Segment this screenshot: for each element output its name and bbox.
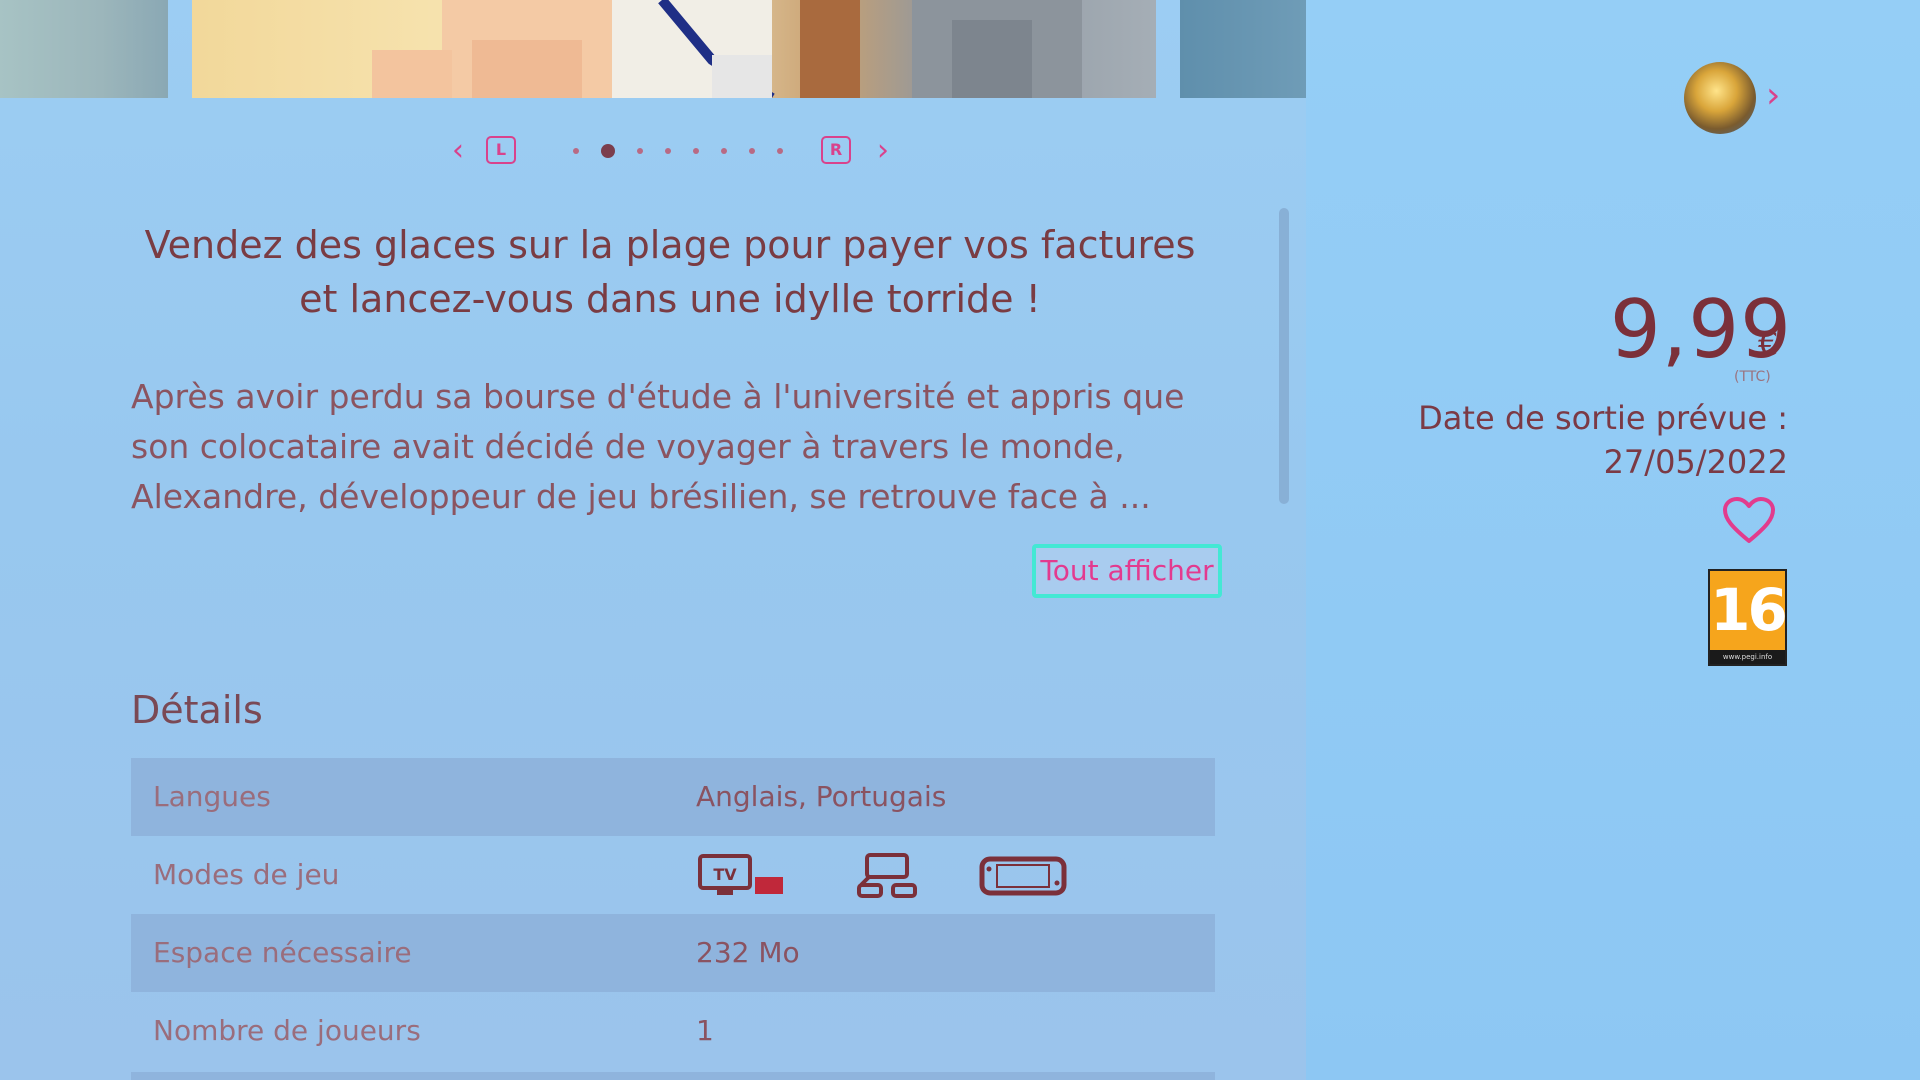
side-panel	[1306, 0, 1920, 1080]
carousel-page-dot	[665, 148, 671, 154]
tv-mode-icon: TV	[698, 854, 783, 895]
carousel-page-dot	[721, 148, 727, 154]
details-row-value: 232 Mo	[696, 936, 800, 969]
screenshot-thumbnail-previous[interactable]	[0, 0, 168, 98]
carousel-page-dot	[573, 148, 579, 154]
tabletop-mode-icon	[857, 853, 917, 898]
r-button-icon[interactable]: R	[821, 136, 851, 164]
carousel-prev-chevron-icon[interactable]: ‹	[452, 133, 464, 169]
release-date-block: Date de sortie prévue : 27/05/2022	[1360, 396, 1788, 484]
carousel-next-chevron-icon[interactable]: ›	[877, 133, 889, 169]
release-date-value: 27/05/2022	[1603, 443, 1788, 481]
carousel-page-dot	[601, 144, 615, 158]
details-row-label: Nombre de joueurs	[153, 1014, 421, 1047]
description-line: son colocataire avait décidé de voyager …	[131, 427, 1125, 466]
user-avatar[interactable]	[1684, 62, 1756, 134]
l-button-icon[interactable]: L	[486, 136, 516, 164]
wishlist-button[interactable]	[1722, 496, 1776, 546]
screenshot-thumbnail-current[interactable]	[192, 0, 1156, 98]
details-row-next-partial	[131, 1072, 1215, 1080]
carousel-page-dot	[693, 148, 699, 154]
carousel-page-dot	[777, 148, 783, 154]
description-line: Après avoir perdu sa bourse d'étude à l'…	[131, 377, 1185, 416]
carousel-page-dot	[749, 148, 755, 154]
handheld-mode-icon	[979, 856, 1067, 896]
details-heading: Détails	[131, 688, 263, 732]
rating-footer: www.pegi.info	[1710, 650, 1785, 664]
carousel-page-dot	[637, 148, 643, 154]
description-line: Alexandre, développeur de jeu brésilien,…	[131, 477, 1151, 516]
user-menu-chevron-icon[interactable]: ›	[1766, 72, 1780, 120]
details-row-play-modes: Modes de jeu TV	[131, 836, 1215, 914]
details-row-players: Nombre de joueurs 1	[131, 992, 1215, 1070]
age-rating-number: 16	[1710, 576, 1788, 644]
tax-note: (TTC)	[1734, 369, 1771, 385]
carousel-page-dots	[562, 144, 794, 158]
details-row-label: Modes de jeu	[153, 858, 340, 891]
details-row-value: Anglais, Portugais	[696, 780, 947, 813]
details-row-languages: Langues Anglais, Portugais	[131, 758, 1215, 836]
screenshot-carousel-nav: ‹ L R ›	[440, 133, 900, 169]
details-row-label: Langues	[153, 780, 271, 813]
currency-symbol: €	[1758, 325, 1779, 363]
details-table: Langues Anglais, Portugais Modes de jeu …	[131, 758, 1215, 1070]
heart-icon	[1723, 497, 1775, 543]
details-row-storage: Espace nécessaire 232 Mo	[131, 914, 1215, 992]
release-date-label: Date de sortie prévue :	[1418, 399, 1788, 437]
details-row-label: Espace nécessaire	[153, 936, 412, 969]
screenshot-thumbnail-next[interactable]	[1180, 0, 1306, 98]
game-description: Après avoir perdu sa bourse d'étude à l'…	[131, 372, 1211, 522]
description-scrollbar[interactable]	[1279, 208, 1289, 504]
main-panel: ‹ L R › Vendez des glaces sur la plage p…	[0, 0, 1306, 1080]
game-tagline: Vendez des glaces sur la plage pour paye…	[144, 223, 1196, 321]
details-row-value: 1	[696, 1014, 714, 1047]
show-all-button[interactable]: Tout afficher	[1032, 544, 1222, 598]
pegi-rating-badge: 16 www.pegi.info	[1708, 569, 1788, 666]
tv-icon-label: TV	[713, 865, 737, 884]
